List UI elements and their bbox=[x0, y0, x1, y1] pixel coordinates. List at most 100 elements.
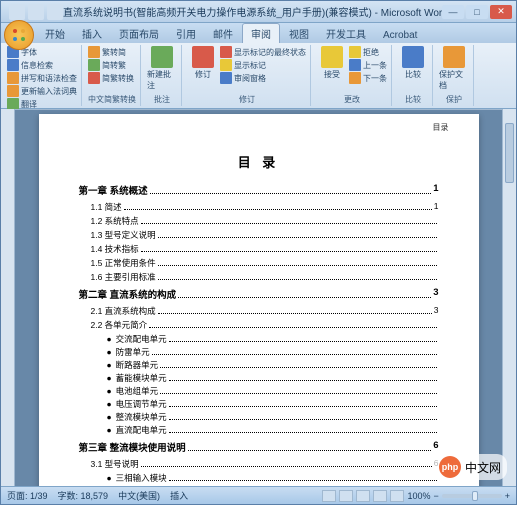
horizontal-ruler[interactable] bbox=[15, 109, 502, 110]
toc-leader bbox=[141, 458, 432, 467]
toc-entry[interactable]: 2.2 各单元简介 bbox=[79, 319, 439, 331]
toc-entry[interactable]: ●蓄能模块单元 bbox=[79, 372, 439, 384]
toc-entry[interactable]: 2.1 直流系统构成3 bbox=[79, 305, 439, 317]
tab-审阅[interactable]: 审阅 bbox=[242, 23, 280, 43]
ribbon-button-更新输入法词典[interactable]: 更新输入法词典 bbox=[7, 85, 77, 97]
tab-邮件[interactable]: 邮件 bbox=[205, 24, 241, 43]
ribbon: 字体信息检索拼写和语法检查更新输入法词典翻译字数统计校对繁转简简转繁简繁转换中文… bbox=[1, 43, 516, 109]
toc-leader bbox=[160, 385, 436, 394]
view-outline-icon[interactable] bbox=[373, 490, 387, 502]
maximize-button[interactable]: □ bbox=[466, 5, 488, 19]
app-window: 直流系统说明书(智能高频开关电力操作电源系统_用户手册)(兼容模式) - Mic… bbox=[0, 0, 517, 505]
toc-entry[interactable]: ●整流模块单元 bbox=[79, 411, 439, 423]
ribbon-icon bbox=[7, 59, 19, 71]
ribbon-button-label: 拼写和语法检查 bbox=[21, 73, 77, 84]
view-fullscreen-icon[interactable] bbox=[339, 490, 353, 502]
ribbon-button-label: 审阅窗格 bbox=[234, 73, 266, 84]
toc-entry[interactable]: 3.1 型号说明6 bbox=[79, 458, 439, 470]
view-draft-icon[interactable] bbox=[390, 490, 404, 502]
toc-entry[interactable]: ●交流配电单元 bbox=[79, 333, 439, 345]
ribbon-button-显示标记的最终状态[interactable]: 显示标记的最终状态 bbox=[220, 46, 306, 58]
ribbon-button-上一条[interactable]: 上一条 bbox=[349, 59, 387, 71]
ribbon-button-label: 上一条 bbox=[363, 60, 387, 71]
ribbon-button-信息检索[interactable]: 信息检索 bbox=[7, 59, 77, 71]
ribbon-button-简转繁[interactable]: 简转繁 bbox=[88, 59, 134, 71]
ribbon-icon bbox=[7, 72, 19, 84]
zoom-handle[interactable] bbox=[472, 491, 478, 501]
toc-entry[interactable]: ●三相输入模块 bbox=[79, 472, 439, 484]
ribbon-button-简繁转换[interactable]: 简繁转换 bbox=[88, 72, 134, 84]
tab-Acrobat[interactable]: Acrobat bbox=[375, 28, 425, 43]
toc-entry[interactable]: 1.6 主要引用标准 bbox=[79, 271, 439, 283]
zoom-slider[interactable] bbox=[442, 494, 502, 498]
ribbon-group-保护: 保护文档保护 bbox=[435, 45, 474, 106]
status-words[interactable]: 字数: 18,579 bbox=[58, 489, 109, 502]
zoom-level[interactable]: 100% bbox=[407, 491, 430, 501]
ribbon-button-保护文档[interactable]: 保护文档 bbox=[439, 46, 469, 93]
save-icon[interactable] bbox=[9, 4, 25, 20]
vertical-scrollbar[interactable] bbox=[502, 109, 516, 486]
toc-entry[interactable]: ●电池组单元 bbox=[79, 385, 439, 397]
view-print-layout-icon[interactable] bbox=[322, 490, 336, 502]
ribbon-group-比较: 比较比较 bbox=[394, 45, 433, 106]
ribbon-button-label: 繁转简 bbox=[102, 47, 126, 58]
zoom-out-icon[interactable]: − bbox=[433, 491, 438, 501]
ribbon-icon bbox=[151, 46, 173, 68]
bullet-icon: ● bbox=[107, 373, 112, 383]
ribbon-button-比较[interactable]: 比较 bbox=[398, 46, 428, 93]
toc-entry[interactable]: ●直流配电单元 bbox=[79, 424, 439, 436]
toc-entry[interactable]: 第三章 整流模块使用说明6 bbox=[79, 440, 439, 454]
toc-entry[interactable]: 1.3 型号定义说明 bbox=[79, 229, 439, 241]
minimize-button[interactable]: — bbox=[442, 5, 464, 19]
view-web-icon[interactable] bbox=[356, 490, 370, 502]
bullet-icon: ● bbox=[107, 360, 112, 370]
ribbon-button-显示标记[interactable]: 显示标记 bbox=[220, 59, 306, 71]
document-viewport[interactable]: 目录 目 录 第一章 系统概述11.1 简述11.2 系统特点1.3 型号定义说… bbox=[15, 109, 502, 486]
ribbon-button-新建批注[interactable]: 新建批注 bbox=[147, 46, 177, 93]
tab-页面布局[interactable]: 页面布局 bbox=[111, 24, 167, 43]
ribbon-group-校对: 字体信息检索拼写和语法检查更新输入法词典翻译字数统计校对 bbox=[3, 45, 82, 106]
toc-text: 1.6 主要引用标准 bbox=[91, 271, 156, 283]
ribbon-button-审阅窗格[interactable]: 审阅窗格 bbox=[220, 72, 306, 84]
undo-icon[interactable] bbox=[28, 4, 44, 20]
zoom-in-icon[interactable]: + bbox=[505, 491, 510, 501]
toc-entry[interactable]: 1.1 简述1 bbox=[79, 201, 439, 213]
ribbon-button-下一条[interactable]: 下一条 bbox=[349, 72, 387, 84]
group-label: 保护 bbox=[439, 93, 469, 105]
ribbon-group-修订: 修订显示标记的最终状态显示标记审阅窗格修订 bbox=[184, 45, 311, 106]
tab-开始[interactable]: 开始 bbox=[37, 24, 73, 43]
status-insert[interactable]: 插入 bbox=[170, 489, 188, 502]
ribbon-button-拒绝[interactable]: 拒绝 bbox=[349, 46, 387, 58]
redo-icon[interactable] bbox=[47, 4, 63, 20]
ribbon-button-修订[interactable]: 修订 bbox=[188, 46, 218, 93]
toc-leader bbox=[169, 333, 437, 342]
ribbon-button-接受[interactable]: 接受 bbox=[317, 46, 347, 93]
vertical-ruler[interactable] bbox=[1, 109, 15, 486]
toc-leader bbox=[169, 411, 437, 420]
office-button[interactable] bbox=[4, 20, 34, 50]
status-page[interactable]: 页面: 1/39 bbox=[7, 489, 48, 502]
status-language[interactable]: 中文(美国) bbox=[118, 489, 160, 502]
tab-插入[interactable]: 插入 bbox=[74, 24, 110, 43]
tab-引用[interactable]: 引用 bbox=[168, 24, 204, 43]
toc-entry[interactable]: ●防雷单元 bbox=[79, 346, 439, 358]
toc-text: 1.4 技术指标 bbox=[91, 243, 139, 255]
toc-page-number: 6 bbox=[433, 440, 438, 454]
toc-entry[interactable]: ●电压调节单元 bbox=[79, 398, 439, 410]
scroll-thumb[interactable] bbox=[505, 123, 514, 183]
toc-entry[interactable]: 第一章 系统概述1 bbox=[79, 183, 439, 197]
toc-leader bbox=[169, 424, 437, 433]
document-page[interactable]: 目录 目 录 第一章 系统概述11.1 简述11.2 系统特点1.3 型号定义说… bbox=[39, 114, 479, 486]
tab-开发工具[interactable]: 开发工具 bbox=[318, 24, 374, 43]
toc-entry[interactable]: 第二章 直流系统的构成3 bbox=[79, 287, 439, 301]
ribbon-button-拼写和语法检查[interactable]: 拼写和语法检查 bbox=[7, 72, 77, 84]
toc-entry[interactable]: ●单项输入模块 bbox=[79, 485, 439, 486]
tab-视图[interactable]: 视图 bbox=[281, 24, 317, 43]
toc-entry[interactable]: ●断路器单元 bbox=[79, 359, 439, 371]
toc-entry[interactable]: 1.2 系统特点 bbox=[79, 215, 439, 227]
toc-entry[interactable]: 1.5 正常使用条件 bbox=[79, 257, 439, 269]
close-button[interactable]: ✕ bbox=[490, 5, 512, 19]
ribbon-button-繁转简[interactable]: 繁转简 bbox=[88, 46, 134, 58]
toc-entry[interactable]: 1.4 技术指标 bbox=[79, 243, 439, 255]
ribbon-icon bbox=[220, 46, 232, 58]
